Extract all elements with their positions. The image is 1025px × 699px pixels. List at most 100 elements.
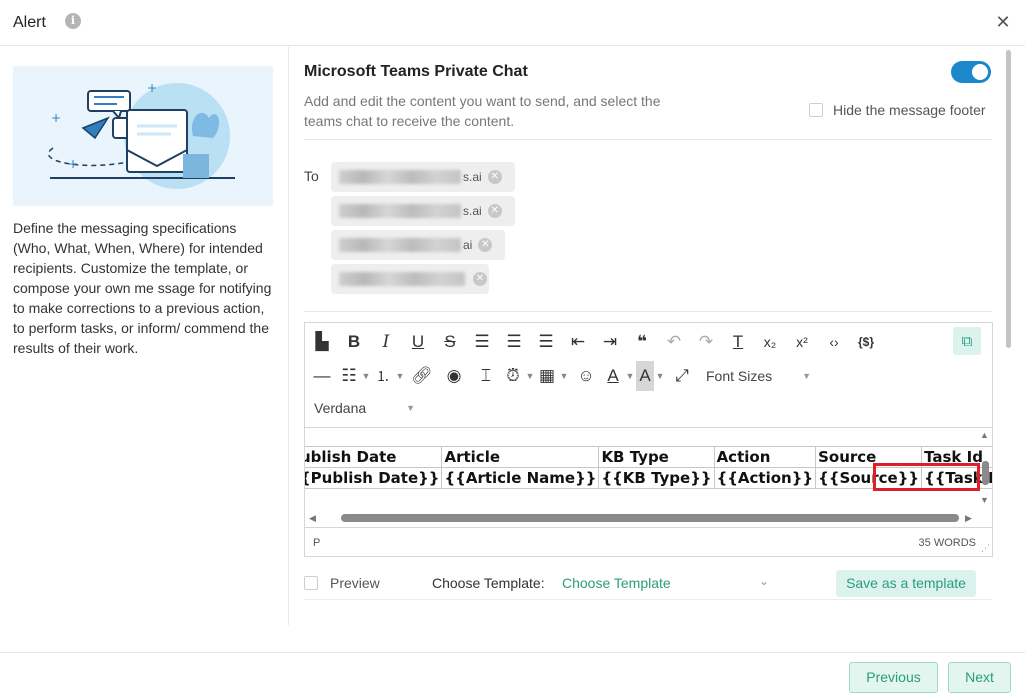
toolbar-row-1: ▙ B I U S ☰ ☰ ☰ ⇤ ⇥ ❝ ↶ ↷ T x₂ x² ‹› {$} — [306, 325, 882, 359]
remove-chip-icon[interactable]: ✕ — [473, 272, 487, 286]
table-header-cell[interactable]: KB Type — [598, 446, 715, 468]
left-panel-description: Define the messaging specifications (Who… — [13, 220, 272, 356]
recipient-chip[interactable]: s.ai ✕ — [331, 162, 515, 192]
alarm-icon[interactable]: ⏰︎ — [502, 361, 524, 391]
chevron-down-icon[interactable]: ⌄ — [759, 574, 769, 588]
enable-toggle[interactable] — [951, 61, 991, 83]
chevron-down-icon[interactable]: ▼ — [654, 371, 666, 381]
horizontal-scrollbar[interactable] — [341, 514, 959, 522]
dialog-footer: Previous Next — [0, 652, 1025, 699]
preview-checkbox[interactable] — [304, 576, 318, 590]
horizontal-rule-icon[interactable]: — — [306, 361, 338, 391]
toggle-knob — [972, 64, 988, 80]
scroll-left-icon[interactable]: ◀ — [309, 513, 316, 524]
table-header-cell[interactable]: Action — [713, 446, 817, 468]
paragraph-icon[interactable]: ▙ — [306, 327, 338, 357]
table-cell[interactable]: {Publish Date}} — [305, 467, 443, 489]
align-right-icon[interactable]: ☰ — [530, 327, 562, 357]
redacted-email — [339, 238, 461, 252]
chevron-down-icon[interactable]: ▼ — [394, 371, 406, 381]
table-header-cell[interactable]: Article — [441, 446, 600, 468]
svg-text:+: + — [147, 81, 157, 95]
recipient-domain: s.ai — [463, 170, 482, 184]
left-panel: ! + + + Define the messaging specificati… — [0, 47, 289, 625]
redacted-email — [339, 170, 461, 184]
code-icon[interactable]: ‹› — [818, 327, 850, 357]
underline-icon[interactable]: U — [402, 327, 434, 357]
resize-handle-icon[interactable]: ⋰ — [981, 543, 990, 554]
font-size-label: Font Sizes — [706, 368, 773, 384]
clear-format-icon[interactable]: T — [722, 327, 754, 357]
bullet-list-icon[interactable]: ☷ — [338, 361, 360, 391]
rich-text-editor[interactable]: ▙ B I U S ☰ ☰ ☰ ⇤ ⇥ ❝ ↶ ↷ T x₂ x² ‹› {$}… — [304, 322, 993, 557]
recipient-chip[interactable]: s.ai ✕ — [331, 196, 515, 226]
hide-footer-option[interactable]: Hide the message footer — [809, 102, 986, 118]
highlight-color-icon[interactable]: A — [636, 361, 654, 391]
redo-icon[interactable]: ↷ — [690, 327, 722, 357]
divider — [304, 311, 992, 312]
recipient-chip[interactable]: ✕ — [331, 264, 489, 294]
numbered-list-icon[interactable]: ⒈ — [372, 361, 394, 391]
remove-chip-icon[interactable]: ✕ — [487, 170, 502, 184]
svg-text:+: + — [51, 111, 61, 125]
dialog-header: Alert i ✕ — [0, 0, 1025, 46]
scroll-right-icon[interactable]: ▶ — [965, 513, 972, 524]
remove-chip-icon[interactable]: ✕ — [487, 204, 502, 218]
blockquote-icon[interactable]: ❝ — [626, 327, 658, 357]
recipient-domain: ai — [463, 238, 473, 252]
close-icon[interactable]: ✕ — [993, 12, 1013, 32]
vertical-scrollbar[interactable] — [982, 461, 989, 485]
right-panel: Microsoft Teams Private Chat Add and edi… — [290, 47, 1005, 625]
editor-content[interactable]: ublish Date Article KB Type Action Sourc… — [305, 427, 992, 527]
info-icon[interactable]: i — [65, 13, 81, 29]
variable-icon[interactable]: {$} — [850, 327, 882, 357]
font-family-select[interactable]: Verdana ▼ — [314, 400, 415, 416]
next-button[interactable]: Next — [948, 662, 1011, 693]
table-header-cell[interactable]: ublish Date — [305, 446, 443, 468]
scroll-down-icon[interactable]: ▼ — [980, 495, 989, 505]
word-count: 35 WORDS — [918, 537, 976, 549]
scroll-up-icon[interactable]: ▲ — [980, 430, 989, 440]
page-break-icon[interactable]: ⌶ — [470, 361, 502, 391]
hide-footer-checkbox[interactable] — [809, 103, 823, 117]
preview-option[interactable]: Preview — [304, 575, 380, 591]
undo-icon[interactable]: ↶ — [658, 327, 690, 357]
chevron-down-icon[interactable]: ▼ — [558, 371, 570, 381]
bold-icon[interactable]: B — [338, 327, 370, 357]
section-description: Add and edit the content you want to sen… — [304, 93, 661, 129]
chevron-down-icon[interactable]: ▼ — [524, 371, 536, 381]
panel-scrollbar[interactable] — [1006, 50, 1011, 348]
superscript-icon[interactable]: x² — [786, 327, 818, 357]
save-as-template-button[interactable]: Save as a template — [836, 570, 976, 597]
remove-chip-icon[interactable]: ✕ — [478, 238, 493, 252]
subscript-icon[interactable]: x₂ — [754, 327, 786, 357]
align-left-icon[interactable]: ☰ — [466, 327, 498, 357]
outdent-icon[interactable]: ⇤ — [562, 327, 594, 357]
table-cell[interactable]: {{Action}} — [713, 467, 817, 489]
preview-eye-icon[interactable]: ◉ — [438, 361, 470, 391]
copy-icon[interactable]: ⧉ — [953, 327, 981, 355]
font-size-select[interactable]: Font Sizes ▼ — [706, 368, 811, 384]
previous-button[interactable]: Previous — [849, 662, 938, 693]
emoji-icon[interactable]: ☺ — [570, 361, 602, 391]
task-id-highlight-box — [873, 463, 980, 491]
table-cell[interactable]: {{Article Name}} — [441, 467, 600, 489]
table-icon[interactable]: ▦ — [536, 361, 558, 391]
align-center-icon[interactable]: ☰ — [498, 327, 530, 357]
to-label: To — [304, 168, 319, 184]
divider — [304, 139, 992, 140]
editor-status-bar: P 35 WORDS ⋰ — [305, 527, 992, 556]
link-icon[interactable]: 🔗︎ — [406, 361, 438, 391]
svg-text:+: + — [68, 157, 78, 171]
hide-footer-label: Hide the message footer — [833, 102, 986, 118]
italic-icon[interactable]: I — [370, 327, 402, 357]
chevron-down-icon[interactable]: ▼ — [360, 371, 372, 381]
choose-template-select[interactable]: Choose Template — [562, 575, 772, 591]
indent-icon[interactable]: ⇥ — [594, 327, 626, 357]
fullscreen-icon[interactable]: ⤢ — [666, 361, 698, 391]
table-cell[interactable]: {{KB Type}} — [598, 467, 715, 489]
font-color-icon[interactable]: A — [602, 361, 624, 391]
recipient-chip[interactable]: ai ✕ — [331, 230, 505, 260]
strikethrough-icon[interactable]: S — [434, 327, 466, 357]
chevron-down-icon[interactable]: ▼ — [624, 371, 636, 381]
